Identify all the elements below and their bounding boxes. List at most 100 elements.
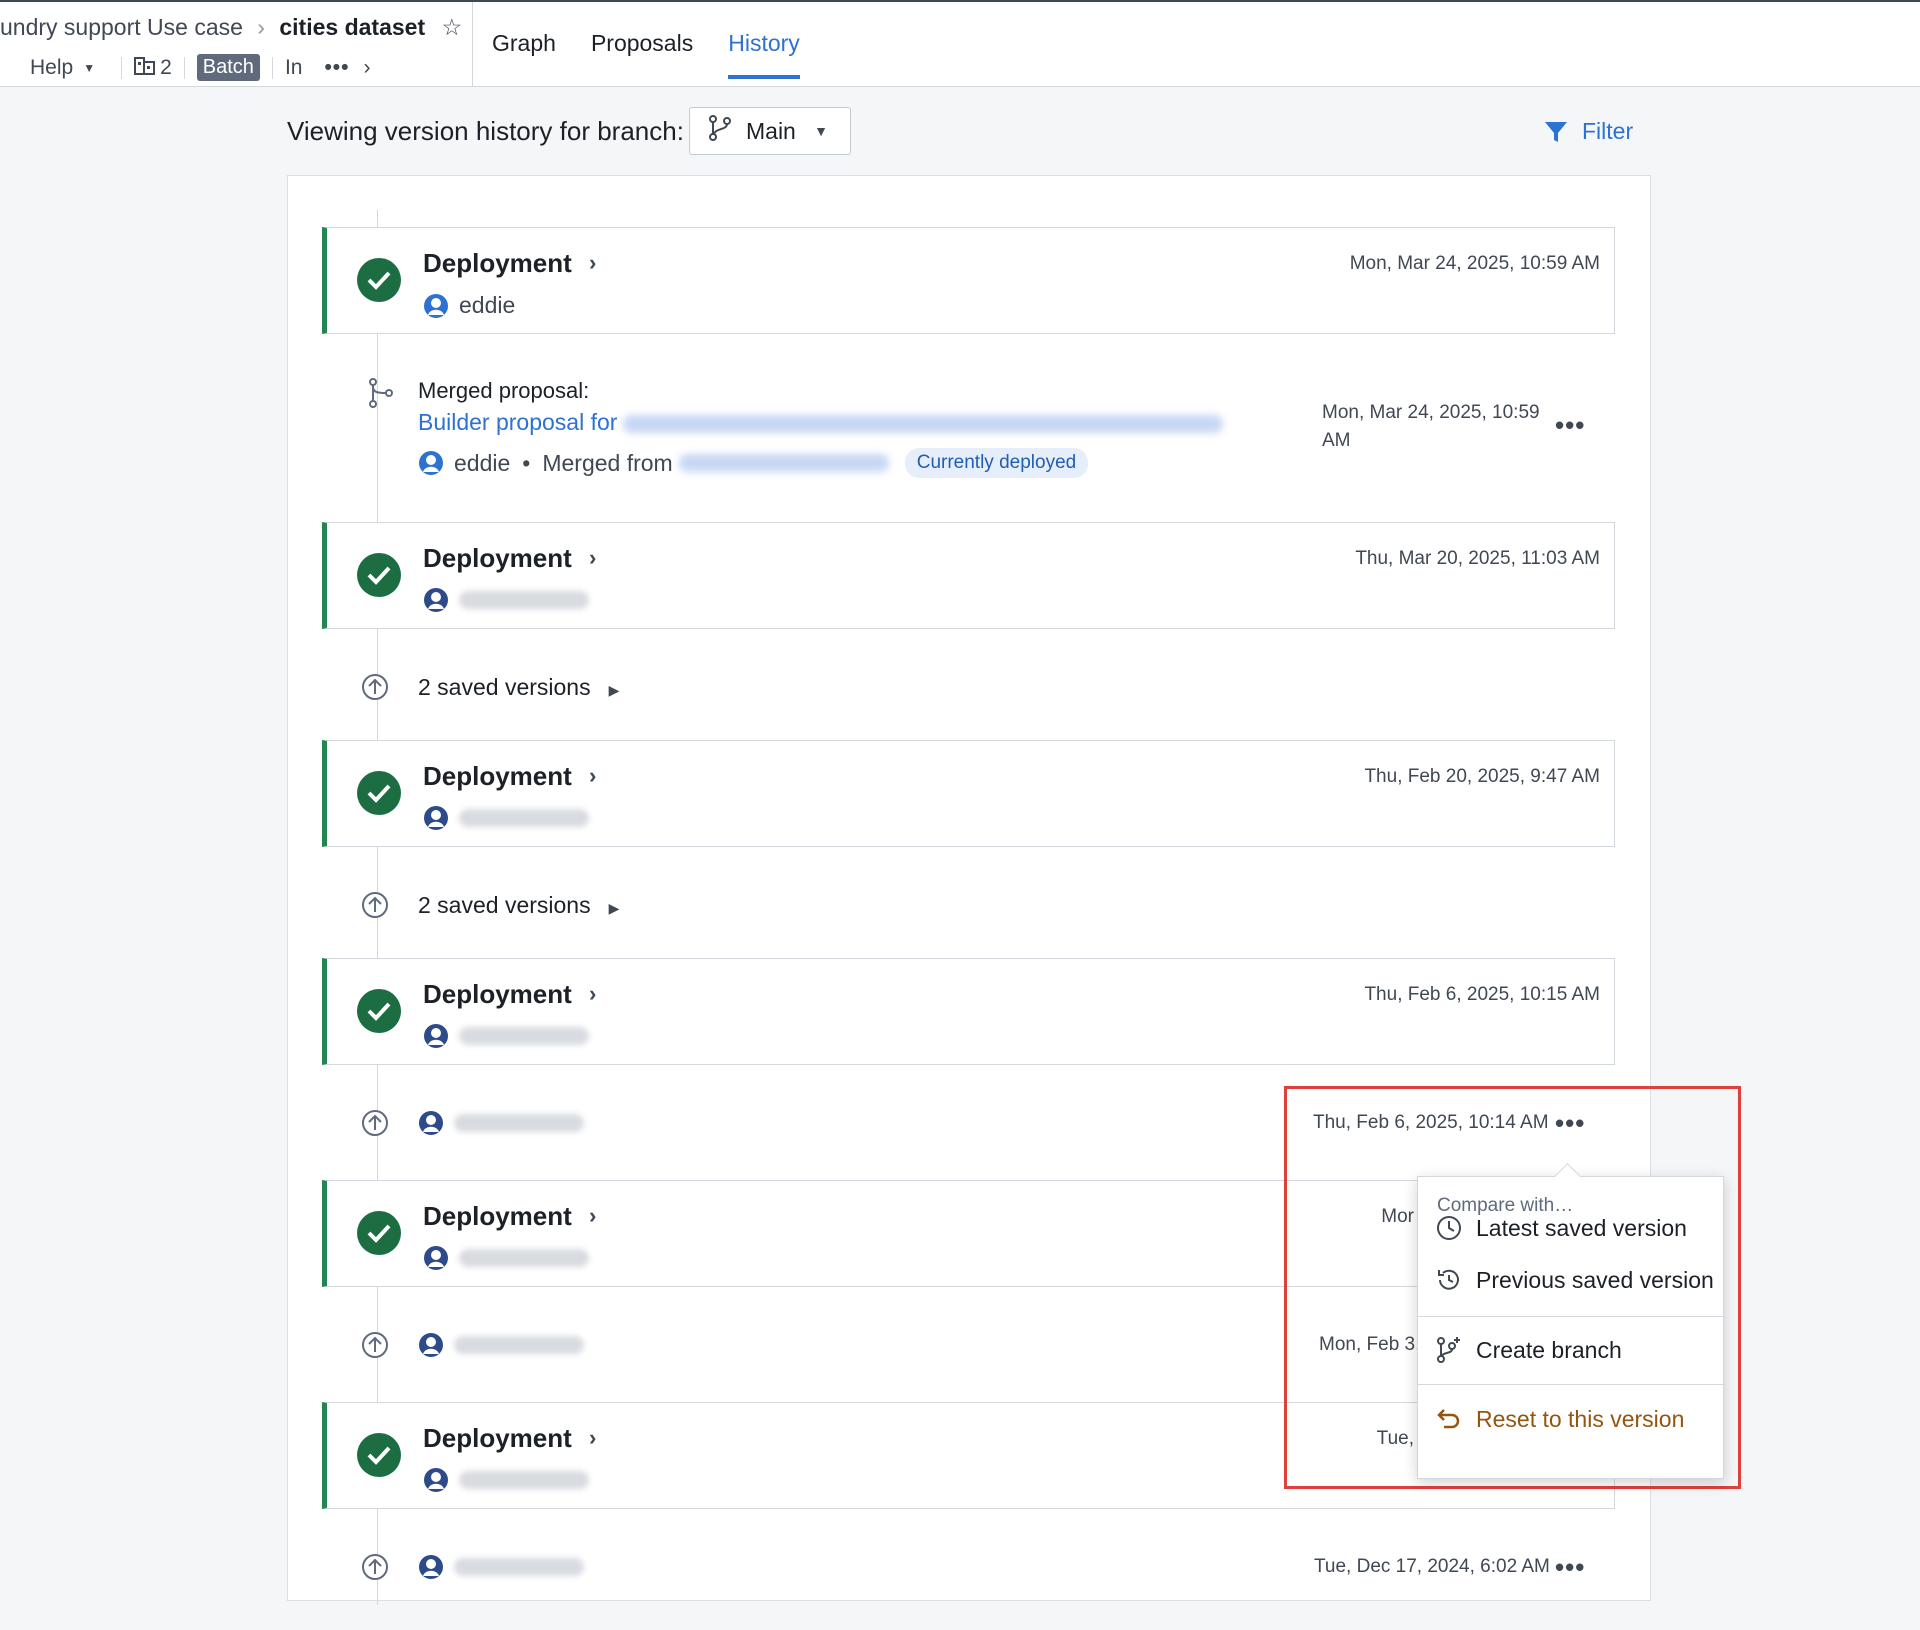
merged-proposal-row[interactable]: Merged proposal: Builder proposal for ed… [360,378,1620,488]
help-menu[interactable]: Help [30,56,73,80]
context-menu: Compare with… Latest saved version Previ… [1417,1163,1724,1479]
redacted-user-name [454,1336,584,1354]
filter-icon [1545,121,1567,142]
caret-down-icon[interactable]: ▼ [83,61,95,75]
chevron-right-icon[interactable]: › [589,981,596,1007]
saved-versions-text: 2 saved versions ▶ [418,674,619,701]
chevron-right-icon[interactable]: › [589,250,596,276]
saved-versions-row[interactable]: 2 saved versions ▶ [360,890,1620,922]
divider [183,56,185,79]
deployment-title: Deployment [423,761,572,791]
user-icon [424,588,448,612]
breadcrumb-dataset[interactable]: cities dataset [279,14,425,40]
check-circle-icon [357,553,401,597]
branch-name: Main [746,117,796,144]
saved-versions-label: 2 saved versions [418,674,591,700]
user-info [423,1023,589,1049]
saved-versions-row[interactable]: 2 saved versions ▶ [360,672,1620,704]
deployment-title: Deployment [423,1423,572,1453]
menu-item-label: Create branch [1476,1336,1622,1363]
merge-date: Mon, Mar 24, 2025, 10:59 AM [1322,402,1540,452]
tab-history[interactable]: History [728,30,800,79]
saved-version-user [418,1554,584,1580]
saved-version-user [418,1332,584,1358]
arrow-up-circle-icon [362,1110,388,1136]
chevron-right-icon[interactable]: › [364,56,371,80]
breadcrumb: undry support Use case › cities dataset … [0,14,462,41]
chevron-right-icon[interactable]: › [589,1203,596,1229]
redacted-user-name [459,809,589,827]
viewing-history-label: Viewing version history for branch: [287,116,684,146]
branch-select[interactable]: Main ▼ [689,107,851,155]
check-circle-icon [357,771,401,815]
caret-right-icon[interactable]: ▶ [609,682,620,698]
redacted-user-name [459,1471,589,1489]
tab-proposals[interactable]: Proposals [591,30,693,79]
redacted-user-name [459,1249,589,1267]
deployment-title: Deployment [423,1201,572,1231]
git-new-branch-icon [1437,1337,1460,1363]
redacted-user-name [459,591,589,609]
user-name: eddie [459,292,516,318]
deployment-card[interactable]: Deployment › eddie Mon, Mar 24, 2025, 10… [322,227,1615,334]
user-info [423,587,589,613]
caret-right-icon[interactable]: ▶ [609,900,620,916]
bullet-separator: • [522,449,531,476]
more-icon[interactable]: ••• [324,56,349,80]
merge-date-line2: AM [1322,430,1351,451]
user-icon [424,1468,448,1492]
more-options-icon[interactable]: ••• [1555,1552,1585,1583]
user-icon [424,1246,448,1270]
redacted-text [678,454,889,472]
check-circle-icon [357,989,401,1033]
caret-down-icon: ▼ [814,123,828,139]
user-icon [424,806,448,830]
saved-versions-label: 2 saved versions [418,892,591,918]
saved-version-row[interactable]: Tue, Dec 17, 2024, 6:02 AM ••• [360,1552,1620,1584]
merged-from-label: Merged from [542,449,673,476]
saved-versions-text: 2 saved versions ▶ [418,892,619,919]
star-icon[interactable]: ☆ [442,14,463,40]
menu-item-label: Previous saved version [1476,1266,1714,1293]
proposal-link[interactable]: Builder proposal for [418,409,1224,436]
user-icon [419,1111,443,1135]
top-bar: undry support Use case › cities dataset … [0,0,1920,87]
proposal-link-text[interactable]: Builder proposal for [418,409,617,435]
filter-button[interactable]: Filter [1544,118,1633,145]
top-border [0,0,1920,2]
filter-label: Filter [1582,118,1634,144]
chevron-right-icon[interactable]: › [589,545,596,571]
tab-graph[interactable]: Graph [492,30,556,79]
deployment-title: Deployment [423,543,572,573]
deployment-card[interactable]: Deployment › Thu, Feb 6, 2025, 10:15 AM [322,958,1615,1065]
git-merge-icon [369,378,393,408]
deployment-card[interactable]: Deployment › Thu, Feb 20, 2025, 9:47 AM [322,740,1615,847]
menu-item-reset-to-this-version[interactable]: Reset to this version [1418,1397,1723,1441]
arrow-up-circle-icon [362,1554,388,1580]
undo-icon [1437,1409,1460,1429]
currently-deployed-badge: Currently deployed [904,448,1089,478]
menu-item-previous-saved-version[interactable]: Previous saved version [1418,1258,1723,1302]
deployment-title: Deployment [423,979,572,1009]
merged-meta: eddie • Merged from Currently deployed [418,448,1089,478]
deployment-title: Deployment [423,248,572,278]
menu-item-create-branch[interactable]: Create branch [1418,1328,1723,1372]
menu-item-latest-saved-version[interactable]: Latest saved version [1418,1206,1723,1250]
merged-proposal-title: Merged proposal: [418,378,590,403]
divider [121,56,123,79]
user-info [423,1467,589,1493]
breadcrumb-project[interactable]: undry support Use case [0,14,243,40]
deployment-date: Thu, Feb 20, 2025, 9:47 AM [1364,766,1600,787]
user-name: eddie [454,449,511,476]
user-info: eddie [423,292,515,319]
chevron-right-icon[interactable]: › [589,1425,596,1451]
user-icon [419,451,443,475]
chevron-right-icon[interactable]: › [589,763,596,789]
chevron-right-icon: › [257,14,265,40]
menu-divider [1418,1316,1723,1317]
more-options-icon[interactable]: ••• [1555,410,1585,441]
deployment-card[interactable]: Deployment › Thu, Mar 20, 2025, 11:03 AM [322,522,1615,629]
user-info [423,1245,589,1271]
deployment-date: Mon, Mar 24, 2025, 10:59 AM [1349,253,1600,274]
user-icon [419,1333,443,1357]
